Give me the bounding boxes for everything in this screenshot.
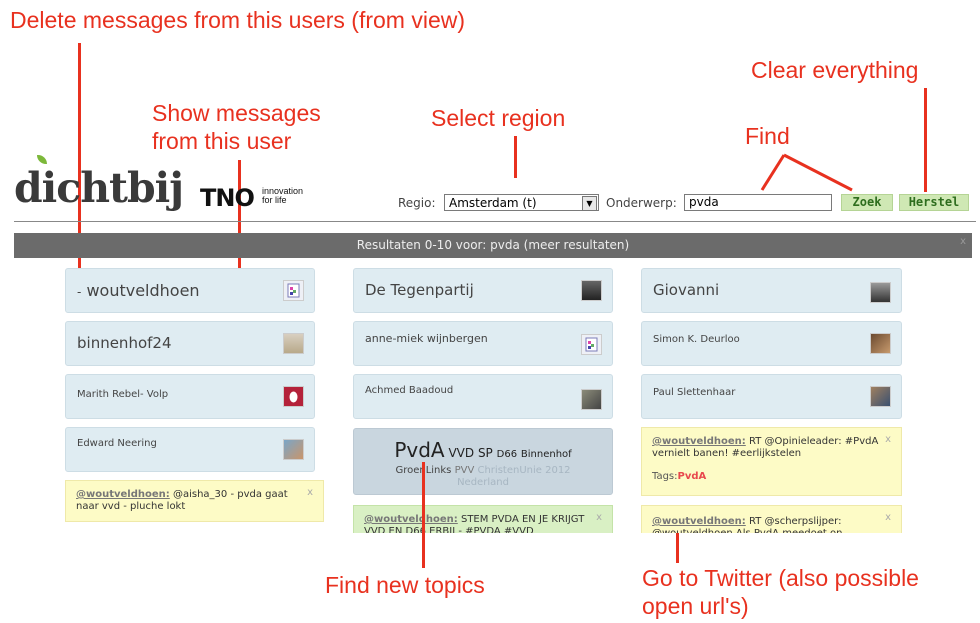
user-card-de-tegenpartij[interactable]: De Tegenpartij <box>353 268 613 313</box>
topic-pvda[interactable]: PvdA <box>394 438 444 462</box>
building-photo-icon <box>283 333 304 354</box>
topic-pvv[interactable]: PVV <box>455 465 475 476</box>
person-photo-icon <box>581 389 602 410</box>
user-name[interactable]: De Tegenpartij <box>365 281 474 299</box>
subject-label: Onderwerp: <box>606 196 677 210</box>
topic-vvd[interactable]: VVD <box>448 446 474 460</box>
topic-cloud: PvdA VVD SP D66 Binnenhof GroenLinks PVV… <box>353 428 613 495</box>
user-card-binnenhof24[interactable]: binnenhof24 <box>65 321 315 366</box>
region-label: Regio: <box>398 196 436 210</box>
person-photo-icon <box>283 439 304 460</box>
user-name[interactable]: - woutveldhoen <box>77 281 200 300</box>
user-name[interactable]: Paul Slettenhaar <box>653 387 735 398</box>
tweet-user-link[interactable]: @woutveldhoen: <box>76 489 170 500</box>
tweet-card[interactable]: @woutveldhoen: @aisha_30 - pvda gaat naa… <box>65 480 324 522</box>
dropdown-arrow-icon[interactable]: ▼ <box>582 196 597 211</box>
tweet-card[interactable]: @woutveldhoen: RT @Opinieleader: #PvdA v… <box>641 427 902 496</box>
close-icon[interactable]: x <box>596 512 602 524</box>
close-icon[interactable]: x <box>960 229 966 254</box>
tweet-user-link[interactable]: @woutveldhoen: <box>652 516 746 527</box>
user-name[interactable]: Achmed Baadoud <box>365 385 453 396</box>
find-button[interactable]: Zoek <box>841 194 893 211</box>
region-select[interactable]: Amsterdam (t) ▼ <box>444 194 599 211</box>
user-card-giovanni[interactable]: Giovanni <box>641 268 902 313</box>
egg-icon <box>283 386 304 407</box>
subject-input[interactable]: pvda <box>684 194 832 211</box>
reset-button[interactable]: Herstel <box>899 194 969 211</box>
user-card-simon[interactable]: Simon K. Deurloo <box>641 321 902 366</box>
annotation-go-to-twitter-label-1: Go to Twitter (also possible <box>642 565 919 591</box>
annotation-go-to-twitter-label-2: open url's) <box>642 593 749 619</box>
user-card-anne-miek[interactable]: anne-miek wijnbergen <box>353 321 613 366</box>
user-card-edward[interactable]: Edward Neering <box>65 427 315 472</box>
user-card-marith[interactable]: Marith Rebel- Volp <box>65 374 315 419</box>
user-card-achmed[interactable]: Achmed Baadoud <box>353 374 613 419</box>
topic-d66[interactable]: D66 <box>497 449 517 460</box>
default-avatar-icon <box>283 280 304 301</box>
topic-nederland[interactable]: Nederland <box>354 477 612 489</box>
user-name[interactable]: Edward Neering <box>77 438 157 449</box>
user-name[interactable]: anne-miek wijnbergen <box>365 332 488 345</box>
user-name[interactable]: Marith Rebel- Volp <box>77 389 168 400</box>
tags-label: Tags: <box>652 471 678 482</box>
results-bar: Resultaten 0-10 voor: pvda (meer resulta… <box>14 233 972 258</box>
dichtbij-logo: dichtbij <box>14 155 184 212</box>
close-icon[interactable]: x <box>885 512 891 524</box>
annotation-line-topics <box>422 462 425 568</box>
user-card-woutveldhoen[interactable]: - woutveldhoen <box>65 268 315 313</box>
tweet-user-link[interactable]: @woutveldhoen: <box>652 436 746 447</box>
header-divider <box>14 221 976 222</box>
tno-logo: TNO <box>200 184 255 212</box>
person-photo-icon <box>581 280 602 301</box>
annotation-find-new-topics-label: Find new topics <box>325 572 485 598</box>
tag-link[interactable]: PvdA <box>678 471 707 482</box>
results-text[interactable]: Resultaten 0-10 voor: pvda (meer resulta… <box>357 238 629 252</box>
user-card-paul[interactable]: Paul Slettenhaar <box>641 374 902 419</box>
delete-user-icon: - <box>77 285 82 299</box>
tno-tagline: innovation for life <box>262 186 304 205</box>
default-avatar-icon <box>581 334 602 355</box>
tweet-user-link[interactable]: @woutveldhoen: <box>364 514 458 525</box>
topic-2012[interactable]: 2012 <box>545 465 570 476</box>
close-icon[interactable]: x <box>885 434 891 446</box>
topic-sp[interactable]: SP <box>478 446 493 460</box>
user-name[interactable]: Simon K. Deurloo <box>653 334 740 345</box>
person-photo-icon <box>870 333 891 354</box>
topic-binnenhof[interactable]: Binnenhof <box>521 449 572 460</box>
user-name[interactable]: binnenhof24 <box>77 334 172 352</box>
person-photo-icon <box>870 282 891 303</box>
topic-christenunie[interactable]: ChristenUnie <box>477 465 541 476</box>
annotation-line-twitter <box>676 533 679 563</box>
close-icon[interactable]: x <box>307 487 313 499</box>
user-name[interactable]: Giovanni <box>653 281 719 299</box>
person-photo-icon <box>870 386 891 407</box>
